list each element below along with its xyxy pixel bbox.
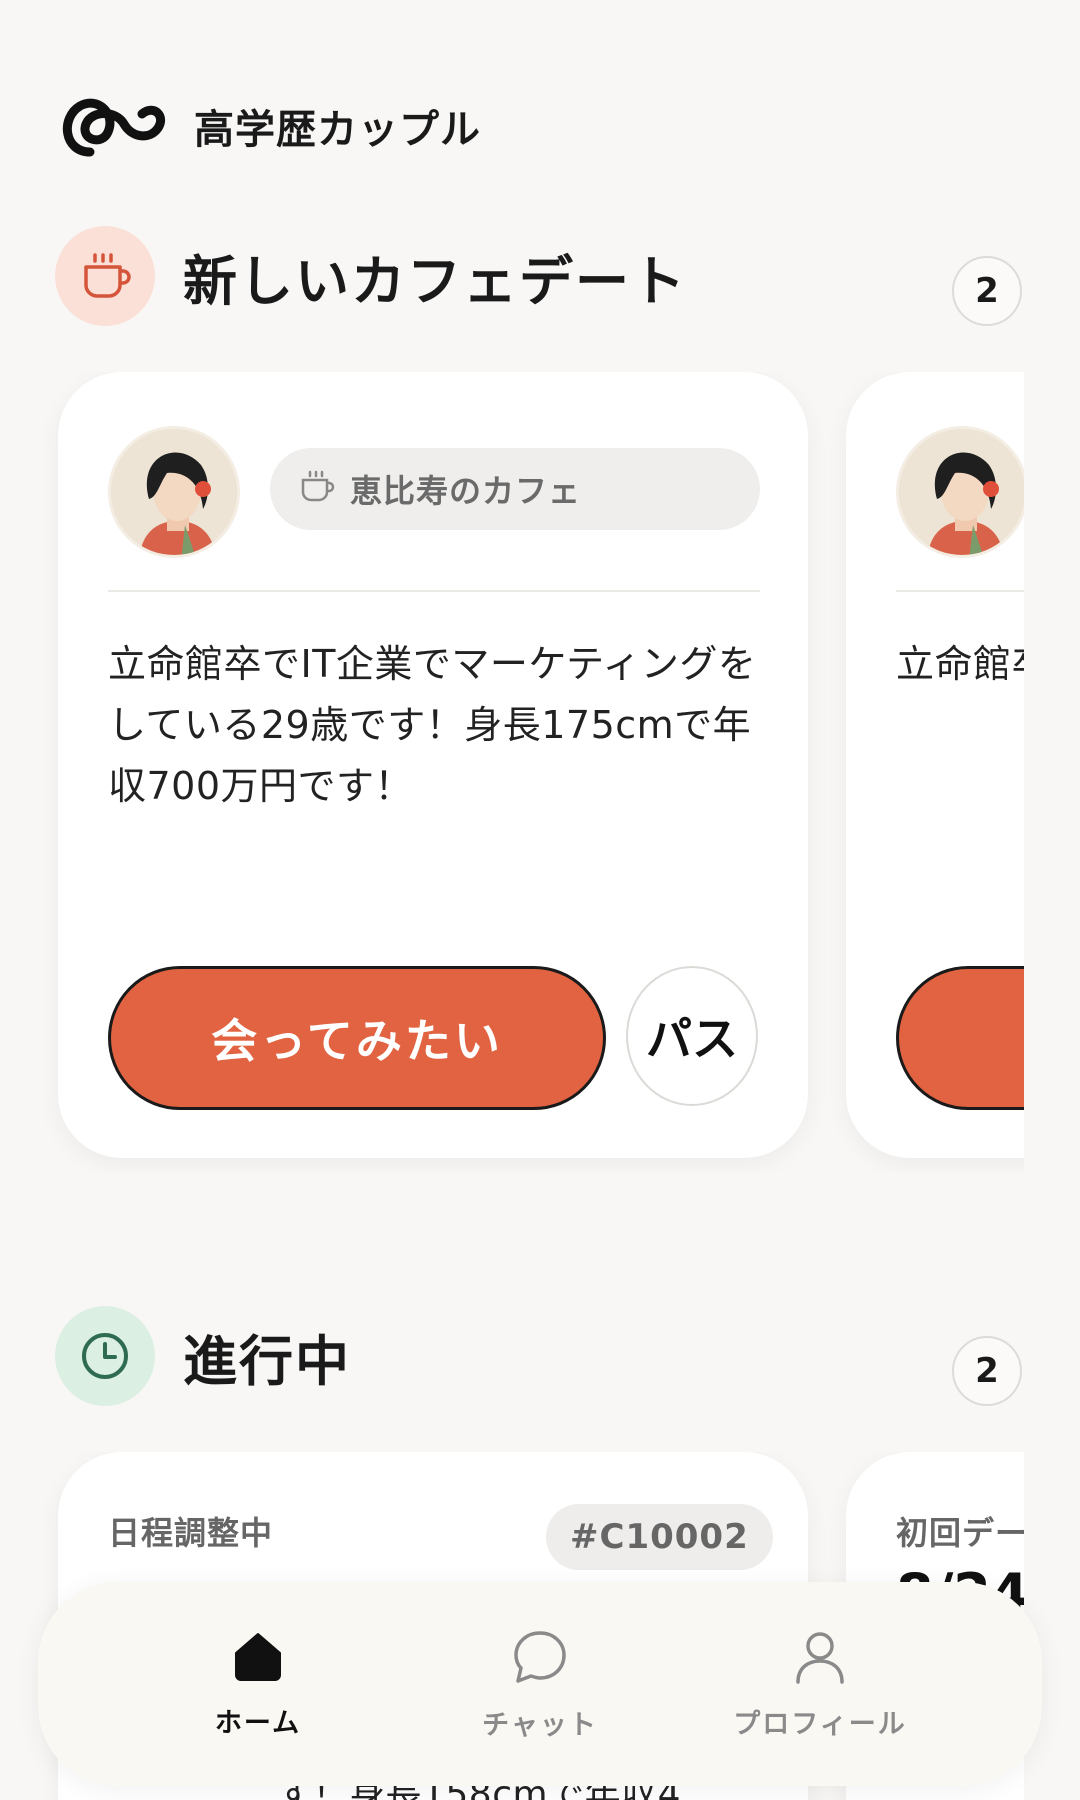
coffee-cup-icon (298, 468, 336, 510)
bio-line: 立命館卒でIT企業でマーケティングを (108, 642, 757, 686)
date-card: 恵比寿のカフェ 立命館卒でIT企業でマーケティングを している29歳です！身長1… (58, 372, 808, 1158)
new-dates-count-badge: 2 (952, 256, 1022, 326)
location-text: 恵比寿のカフェ (350, 472, 582, 510)
new-dates-carousel[interactable]: 恵比寿のカフェ 立命館卒でIT企業でマーケティングを している29歳です！身長1… (0, 372, 1024, 1172)
coffee-cup-icon (55, 226, 155, 326)
date-code-chip: #C10002 (546, 1504, 773, 1570)
home-icon (230, 1629, 286, 1689)
bio-line: 収700万円です！ (108, 764, 414, 808)
nav-item-profile[interactable]: プロフィール (670, 1582, 970, 1786)
want-to-meet-button[interactable] (896, 966, 1024, 1110)
bio-line: している29歳です！身長175cmで年 (108, 703, 752, 747)
nav-label: プロフィール (733, 1708, 907, 1740)
in-progress-section-header: 進行中 (55, 1306, 351, 1406)
status-text: 日程調整中 (108, 1514, 274, 1552)
status-text: 初回デー (896, 1514, 1024, 1552)
want-to-meet-button[interactable]: 会ってみたい (108, 966, 606, 1110)
avatar[interactable] (896, 426, 1024, 558)
nav-label: チャット (482, 1709, 598, 1741)
in-progress-count-badge: 2 (952, 1336, 1022, 1406)
nav-label: ホーム (214, 1707, 302, 1739)
nav-item-chat[interactable]: チャット (390, 1582, 690, 1786)
clock-icon (55, 1306, 155, 1406)
person-icon (792, 1628, 848, 1690)
nav-item-home[interactable]: ホーム (108, 1582, 408, 1786)
bio-text: 立命館卒でIT企業でマーケティングを している29歳です！身長175cmで年 収… (108, 634, 798, 817)
avatar[interactable] (108, 426, 240, 558)
bio-line: 立命館卒で (896, 642, 1024, 686)
pass-button[interactable]: パス (626, 966, 758, 1106)
location-chip: 恵比寿のカフェ (270, 448, 760, 530)
divider (896, 590, 1024, 592)
section-title: 進行中 (183, 1329, 351, 1393)
bottom-navigation: ホーム チャット プロフィール (38, 1582, 1042, 1786)
app-header: 高学歴カップル (58, 88, 481, 164)
new-dates-section-header: 新しいカフェデート (55, 226, 687, 326)
date-card: 立命館卒で (846, 372, 1024, 1158)
divider (108, 590, 760, 592)
app-logo-icon (58, 88, 170, 164)
section-title: 新しいカフェデート (183, 249, 687, 313)
app-title: 高学歴カップル (194, 107, 481, 153)
chat-bubble-icon (510, 1627, 570, 1691)
